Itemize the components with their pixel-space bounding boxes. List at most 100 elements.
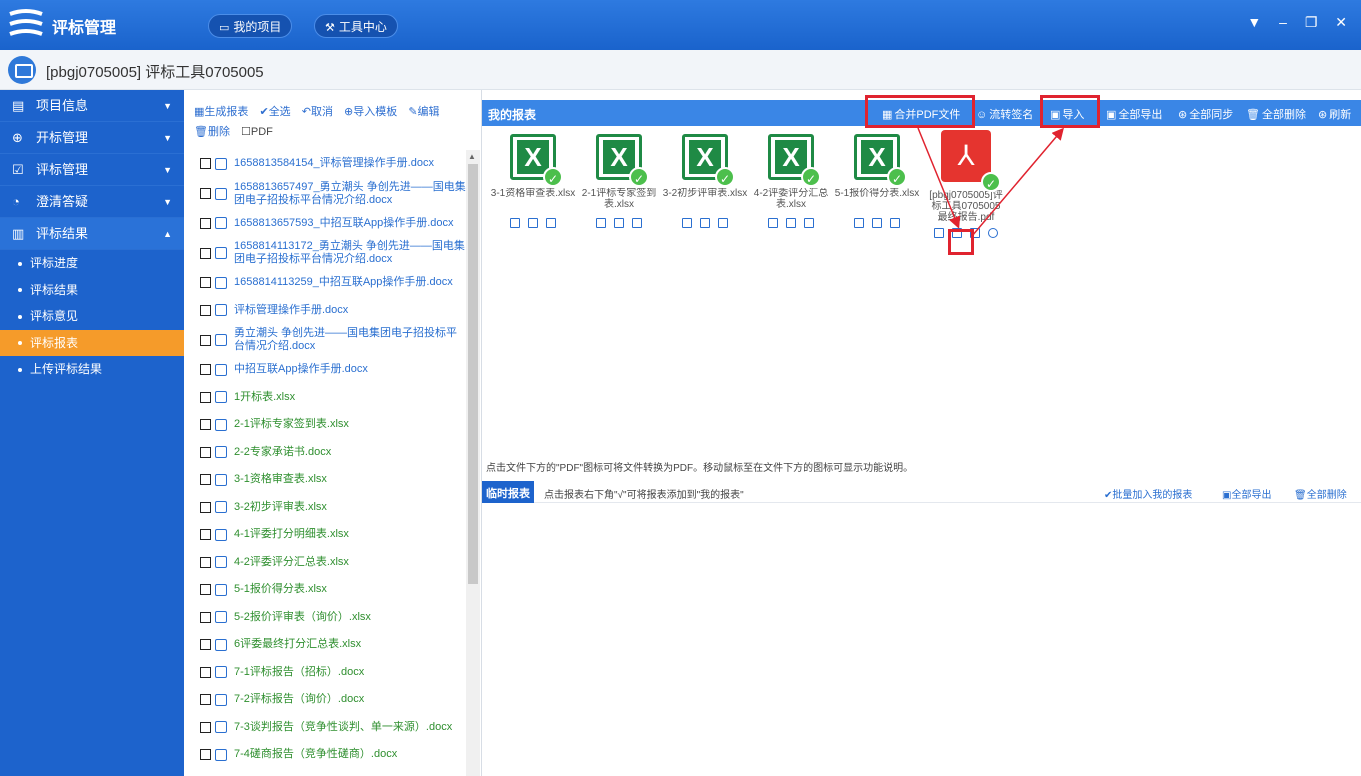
file-delete-icon[interactable] (215, 187, 227, 200)
file-list-scrollbar[interactable]: ▲ (466, 150, 480, 776)
delete-button[interactable]: 🗑删除 (194, 126, 234, 138)
generate-report-button[interactable]: ▦生成报表 (194, 106, 252, 118)
file-delete-icon[interactable] (215, 693, 227, 706)
download-icon[interactable] (614, 218, 624, 228)
import-template-button[interactable]: ⊕导入模板 (344, 106, 401, 118)
file-delete-icon[interactable] (215, 334, 227, 346)
report-card[interactable]: X ✓ 5-1报价得分表.xlsx (834, 134, 920, 231)
flow-sign-button[interactable]: ☺ 流转签名 (976, 106, 1033, 122)
file-list-item[interactable]: 中招互联App操作手册.docx (184, 356, 468, 384)
my-projects-button[interactable]: ▭ 我的项目 (208, 14, 293, 38)
temp-export-all-button[interactable]: ▣全部导出 (1222, 486, 1271, 501)
pdf-icon[interactable] (546, 218, 556, 228)
sidebar-item-project-info[interactable]: ▤ 项目信息 ▼ (0, 90, 184, 122)
file-list-item[interactable]: 7-1评标报告（招标）.docx (184, 659, 468, 687)
file-list-item[interactable]: 1658814113172_勇立潮头 争创先进——国电集团电子招投标平台情况介绍… (184, 237, 468, 269)
select-all-button[interactable]: ✔全选 (259, 106, 294, 118)
file-list-item[interactable]: 3-1资格审查表.xlsx (184, 466, 468, 494)
temp-delete-all-button[interactable]: 🗑全部删除 (1294, 486, 1347, 501)
pdf-icon[interactable] (718, 218, 728, 228)
file-checkbox[interactable] (200, 364, 211, 376)
file-delete-icon[interactable] (215, 638, 227, 651)
file-checkbox[interactable] (200, 749, 211, 761)
pdf-icon[interactable] (890, 218, 900, 228)
file-checkbox[interactable] (200, 277, 211, 289)
delete-icon[interactable] (854, 218, 864, 228)
file-delete-icon[interactable] (215, 501, 227, 514)
file-delete-icon[interactable] (215, 748, 227, 761)
file-delete-icon[interactable] (215, 157, 227, 170)
file-checkbox[interactable] (200, 529, 211, 541)
file-delete-icon[interactable] (215, 247, 227, 259)
file-checkbox[interactable] (200, 334, 211, 346)
file-list-item[interactable]: 4-2评委评分汇总表.xlsx (184, 549, 468, 577)
delete-icon[interactable] (768, 218, 778, 228)
edit-button[interactable]: ✎编辑 (408, 106, 443, 118)
merge-pdf-button[interactable]: ▦ 合并PDF文件 (882, 106, 960, 122)
file-delete-icon[interactable] (215, 391, 227, 404)
file-checkbox[interactable] (200, 188, 211, 199)
file-list-item[interactable]: 4-1评委打分明细表.xlsx (184, 521, 468, 549)
scroll-up-icon[interactable]: ▲ (468, 152, 476, 161)
export-all-button[interactable]: ▣ 全部导出 (1106, 106, 1162, 122)
tools-center-button[interactable]: ⚒ 工具中心 (314, 14, 398, 38)
file-list-item[interactable]: 1658813584154_评标管理操作手册.docx (184, 150, 468, 178)
download-icon[interactable] (952, 228, 962, 238)
report-card[interactable]: X ✓ 3-2初步评审表.xlsx (662, 134, 748, 231)
close-icon[interactable]: ✕ (1335, 14, 1347, 31)
delete-icon[interactable] (682, 218, 692, 228)
import-button[interactable]: ▣ 导入 (1050, 106, 1084, 122)
file-list-item[interactable]: 1658813657497_勇立潮头 争创先进——国电集团电子招投标平台情况介绍… (184, 178, 468, 210)
file-list-item[interactable]: 1658813657593_中招互联App操作手册.docx (184, 210, 468, 238)
file-delete-icon[interactable] (215, 666, 227, 679)
sidebar-item-open-bid[interactable]: ⊕ 开标管理 ▼ (0, 122, 184, 154)
pdf-icon[interactable] (804, 218, 814, 228)
file-delete-icon[interactable] (215, 418, 227, 431)
file-checkbox[interactable] (200, 639, 211, 651)
download-icon[interactable] (872, 218, 882, 228)
file-list-item[interactable]: 2-2专家承诺书.docx (184, 439, 468, 467)
file-list-item[interactable]: 6评委最终打分汇总表.xlsx (184, 631, 468, 659)
sidebar-sub-results[interactable]: 评标结果 (0, 277, 184, 304)
file-delete-icon[interactable] (215, 611, 227, 624)
minimize-icon[interactable]: – (1279, 14, 1287, 30)
delete-icon[interactable] (510, 218, 520, 228)
report-card[interactable]: X ✓ 4-2评委评分汇总表.xlsx (748, 134, 834, 231)
file-checkbox[interactable] (200, 584, 211, 596)
file-checkbox[interactable] (200, 446, 211, 458)
sidebar-sub-upload-results[interactable]: 上传评标结果 (0, 356, 184, 383)
sidebar-item-clarify[interactable]: ◔ 澄清答疑 ▼ (0, 186, 184, 218)
pdf-icon[interactable] (632, 218, 642, 228)
sidebar-item-evaluation[interactable]: ☑ 评标管理 ▼ (0, 154, 184, 186)
refresh-button[interactable]: ⊛ 刷新 (1318, 106, 1351, 122)
batch-add-button[interactable]: ✔批量加入我的报表 (1104, 486, 1192, 501)
file-delete-icon[interactable] (215, 304, 227, 317)
sidebar-item-results[interactable]: ▥ 评标结果 ▲ (0, 218, 184, 250)
file-list-item[interactable]: 7-3谈判报告（竞争性谈判、单一来源）.docx (184, 714, 468, 742)
download-icon[interactable] (700, 218, 710, 228)
file-delete-icon[interactable] (215, 363, 227, 376)
file-checkbox[interactable] (200, 391, 211, 403)
file-checkbox[interactable] (200, 304, 211, 316)
file-delete-icon[interactable] (215, 276, 227, 289)
file-checkbox[interactable] (200, 556, 211, 568)
file-delete-icon[interactable] (215, 446, 227, 459)
dropdown-icon[interactable]: ▼ (1247, 14, 1261, 30)
file-delete-icon[interactable] (215, 528, 227, 541)
maximize-icon[interactable]: ❐ (1305, 14, 1318, 31)
sidebar-sub-opinions[interactable]: 评标意见 (0, 303, 184, 330)
delete-all-button[interactable]: 🗑 全部删除 (1246, 106, 1306, 122)
file-checkbox[interactable] (200, 611, 211, 623)
file-checkbox[interactable] (200, 501, 211, 513)
file-delete-icon[interactable] (215, 721, 227, 734)
sidebar-sub-progress[interactable]: 评标进度 (0, 250, 184, 277)
delete-icon[interactable] (596, 218, 606, 228)
sign-icon[interactable] (970, 228, 980, 238)
file-checkbox[interactable] (200, 666, 211, 678)
file-list-item[interactable]: 7-4磋商报告（竞争性磋商）.docx (184, 741, 468, 769)
cancel-button[interactable]: ↶取消 (302, 106, 337, 118)
file-checkbox[interactable] (200, 721, 211, 733)
file-delete-icon[interactable] (215, 473, 227, 486)
file-checkbox[interactable] (200, 158, 211, 170)
pdf-checkbox[interactable]: ☐PDF (241, 126, 277, 138)
